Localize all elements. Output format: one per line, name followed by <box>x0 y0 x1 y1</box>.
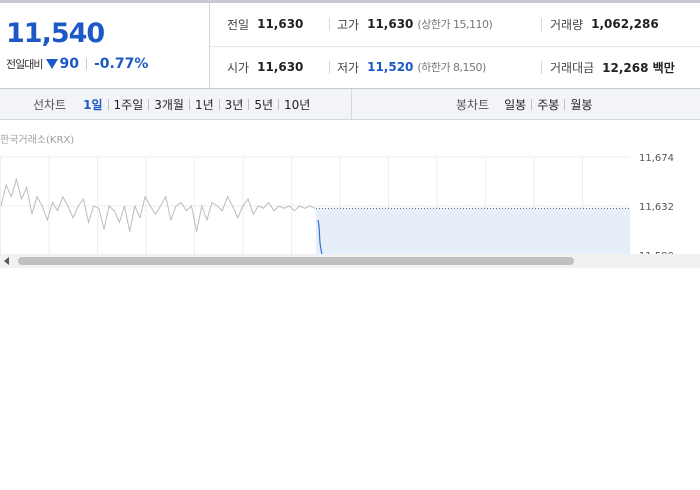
chart-scrollbar[interactable] <box>0 254 700 268</box>
divider <box>541 61 542 74</box>
divider <box>329 61 330 74</box>
scroll-left-arrow-icon[interactable] <box>4 257 9 265</box>
candle-weekly[interactable]: 주봉 <box>532 96 564 113</box>
chart-canvas: 11,67411,63211,590 <box>0 153 674 254</box>
stat-high: 고가 11,630 (상한가 15,110) <box>337 3 493 45</box>
stat-low: 저가 11,520 (하한가 8,150) <box>337 46 486 88</box>
chart-toolbar: 선차트 1일 1주일 3개월 1년 3년 5년 10년 봉차트 일봉 주봉 월봉 <box>0 89 700 120</box>
y-tick-label: 11,674 <box>639 153 674 164</box>
stat-label: 전일 <box>227 17 250 32</box>
candle-chart-periods: 봉차트 일봉 주봉 월봉 <box>352 89 700 119</box>
stat-value: 1,062,286 <box>591 17 659 31</box>
period-1d[interactable]: 1일 <box>78 96 107 113</box>
change-value: 90 <box>59 56 79 72</box>
period-3y[interactable]: 3년 <box>220 96 249 113</box>
series-line-past <box>0 177 316 232</box>
stat-label: 고가 <box>337 17 360 32</box>
stats-row: 시가 11,630 저가 11,520 (하한가 8,150) 거래대금 12,… <box>210 46 700 89</box>
change-label: 전일대비 <box>6 58 43 71</box>
stat-label: 거래량 <box>550 17 584 32</box>
stat-label: 거래대금 <box>550 60 595 75</box>
stat-upper-limit: (상한가 15,110) <box>417 18 493 31</box>
stat-trade-value: 거래대금 12,268 백만 <box>550 46 675 88</box>
candle-monthly[interactable]: 월봉 <box>565 96 597 113</box>
divider <box>329 18 330 31</box>
y-tick-label: 11,632 <box>639 202 674 213</box>
divider <box>541 18 542 31</box>
line-chart-label: 선차트 <box>33 97 67 112</box>
candle-daily[interactable]: 일봉 <box>499 96 531 113</box>
change-percent: -0.77% <box>93 56 149 72</box>
stat-volume: 거래량 1,062,286 <box>550 3 659 45</box>
period-3m[interactable]: 3개월 <box>149 96 189 113</box>
stat-value: 11,630 <box>367 17 414 31</box>
price-chart: 한국거래소(KRX) 11,67411,63211,590 <box>0 120 700 270</box>
quote-header: 11,540 전일대비 90 -0.77% 전일 11,630 고가 11,63… <box>0 0 700 89</box>
y-axis-ticks: 11,67411,63211,590 <box>639 153 674 254</box>
candle-chart-label: 봉차트 <box>456 97 490 112</box>
period-5y[interactable]: 5년 <box>249 96 278 113</box>
stat-value: 12,268 백만 <box>602 60 675 75</box>
period-1w[interactable]: 1주일 <box>109 96 149 113</box>
today-range-area <box>316 208 630 254</box>
stat-lower-limit: (하한가 8,150) <box>417 61 486 74</box>
stat-label: 저가 <box>337 60 360 75</box>
stat-value: 11,520 <box>367 60 414 74</box>
scroll-thumb[interactable] <box>18 257 574 265</box>
stats-row: 전일 11,630 고가 11,630 (상한가 15,110) 거래량 1,0… <box>210 3 700 47</box>
stat-label: 시가 <box>227 60 250 75</box>
divider <box>85 58 87 70</box>
stat-open: 시가 11,630 <box>227 46 303 88</box>
stat-value: 11,630 <box>257 17 304 31</box>
period-1y[interactable]: 1년 <box>190 96 219 113</box>
change-row: 전일대비 90 -0.77% <box>6 56 148 72</box>
current-price: 11,540 <box>6 18 105 49</box>
stat-value: 11,630 <box>257 60 304 74</box>
quote-stats: 전일 11,630 고가 11,630 (상한가 15,110) 거래량 1,0… <box>210 3 700 89</box>
chart-today-area <box>316 207 630 254</box>
stat-prev-close: 전일 11,630 <box>227 3 303 45</box>
period-10y[interactable]: 10년 <box>279 96 315 113</box>
down-triangle-icon <box>46 59 59 69</box>
price-box: 11,540 전일대비 90 -0.77% <box>0 3 210 89</box>
line-chart-periods: 선차트 1일 1주일 3개월 1년 3년 5년 10년 <box>0 89 352 119</box>
